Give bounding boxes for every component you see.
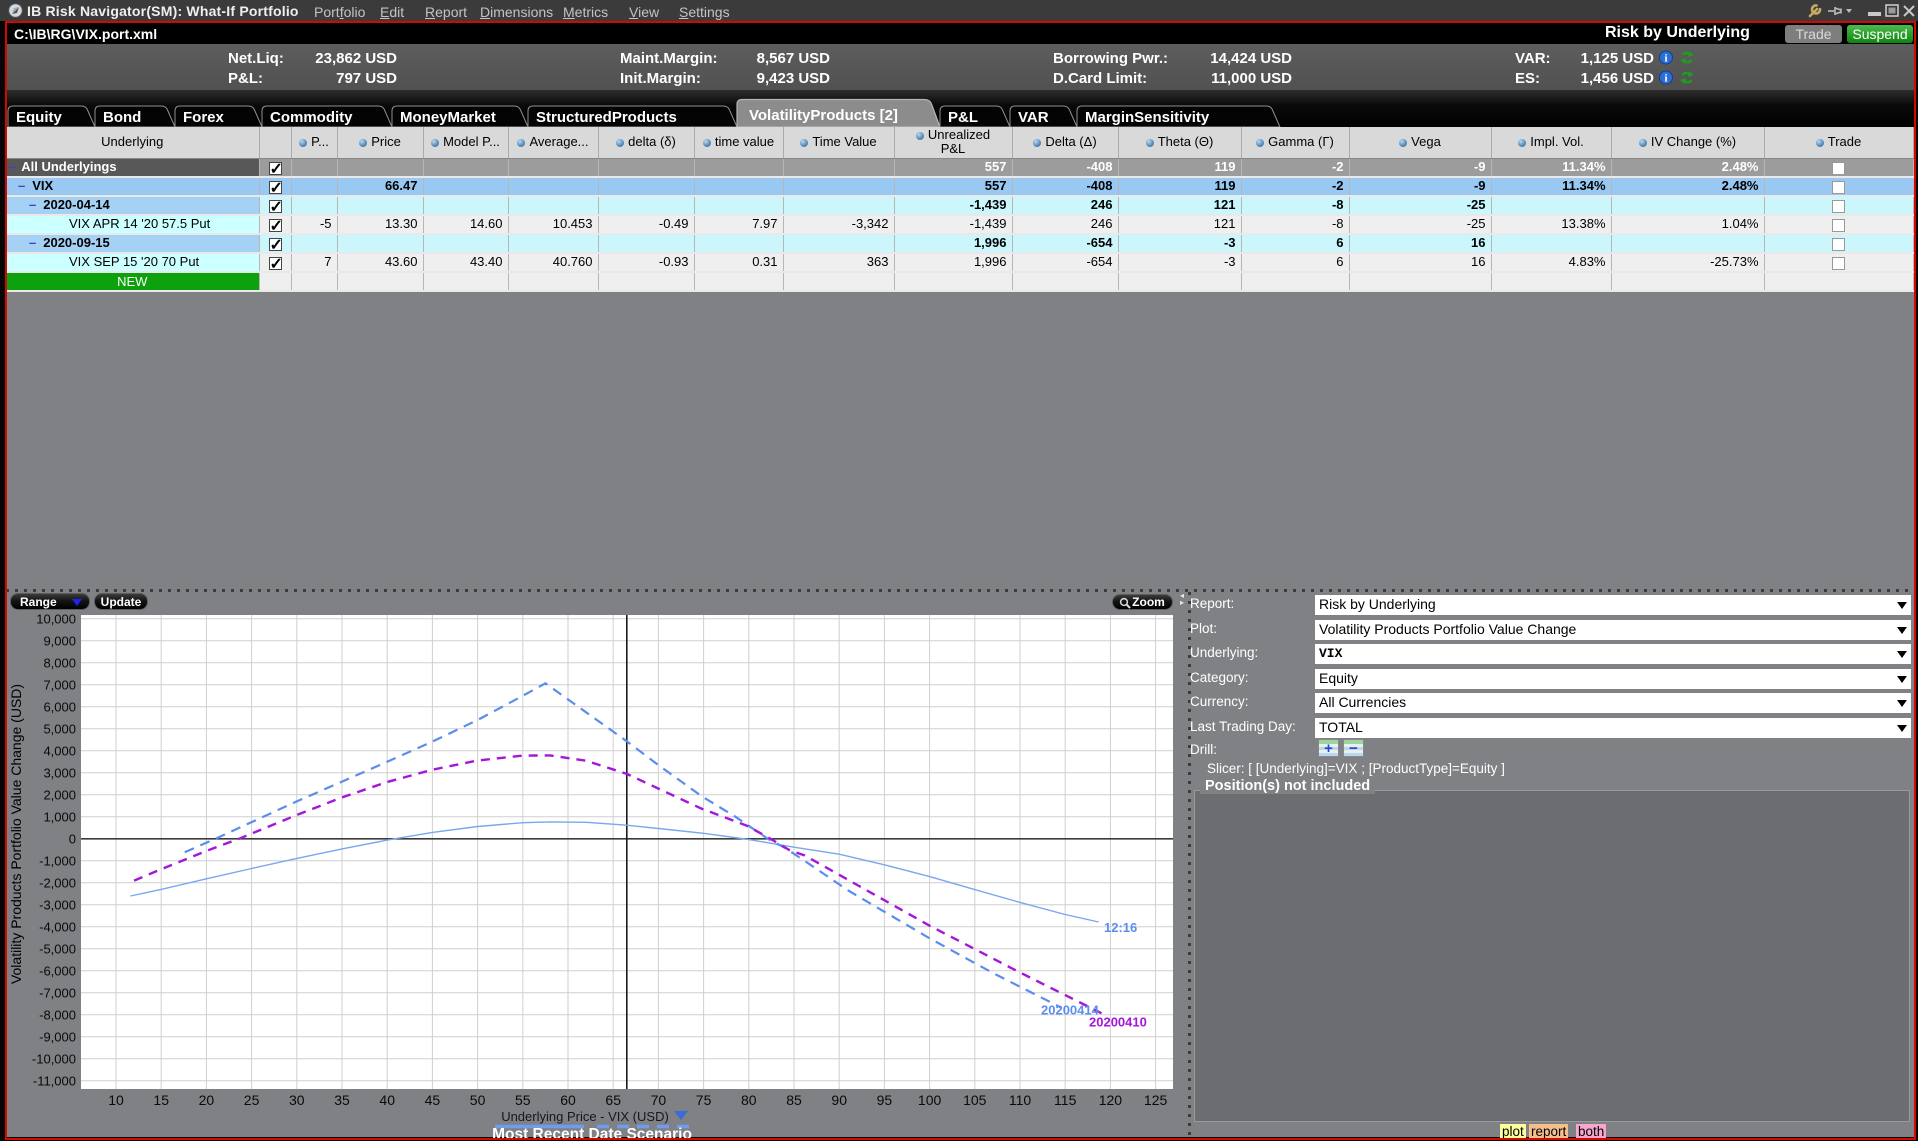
svg-text:20200410: 20200410 bbox=[1089, 1015, 1147, 1030]
svg-text:115: 115 bbox=[1054, 1092, 1077, 1108]
svg-text:80: 80 bbox=[741, 1092, 757, 1108]
svg-text:Most Recent Date Scenario: Most Recent Date Scenario bbox=[492, 1126, 692, 1141]
svg-text:VAR: VAR bbox=[1018, 109, 1049, 126]
svg-text:110: 110 bbox=[1009, 1092, 1032, 1108]
svg-text:i: i bbox=[1664, 53, 1667, 65]
svg-text:MoneyMarket: MoneyMarket bbox=[400, 109, 496, 126]
svg-text:8,000: 8,000 bbox=[43, 655, 76, 670]
svg-text:5,000: 5,000 bbox=[43, 721, 76, 736]
svg-text:-11,000: -11,000 bbox=[33, 1073, 76, 1088]
svg-text:55: 55 bbox=[515, 1092, 531, 1108]
svg-text:125: 125 bbox=[1144, 1092, 1168, 1108]
svg-text:i: i bbox=[1664, 73, 1667, 85]
svg-text:4,000: 4,000 bbox=[43, 743, 76, 758]
svg-text:15: 15 bbox=[153, 1092, 169, 1108]
svg-text:40: 40 bbox=[379, 1092, 395, 1108]
svg-text:10: 10 bbox=[108, 1092, 124, 1108]
svg-text:85: 85 bbox=[786, 1092, 802, 1108]
svg-text:105: 105 bbox=[963, 1092, 987, 1108]
svg-text:12:16: 12:16 bbox=[1104, 920, 1137, 935]
svg-text:+: + bbox=[1324, 740, 1333, 757]
svg-text:35: 35 bbox=[334, 1092, 350, 1108]
svg-text:50: 50 bbox=[470, 1092, 486, 1108]
svg-text:-7,000: -7,000 bbox=[39, 985, 76, 1000]
svg-text:-8,000: -8,000 bbox=[39, 1007, 76, 1022]
svg-text:7,000: 7,000 bbox=[43, 677, 76, 692]
svg-text:25: 25 bbox=[244, 1092, 260, 1108]
svg-text:65: 65 bbox=[605, 1092, 621, 1108]
svg-text:75: 75 bbox=[696, 1092, 712, 1108]
svg-text:9,000: 9,000 bbox=[43, 633, 76, 648]
svg-text:90: 90 bbox=[831, 1092, 847, 1108]
svg-text:Forex: Forex bbox=[183, 109, 225, 126]
svg-text:−: − bbox=[1349, 740, 1358, 757]
svg-text:95: 95 bbox=[877, 1092, 893, 1108]
svg-text:Bond: Bond bbox=[103, 109, 141, 126]
svg-text:100: 100 bbox=[918, 1092, 942, 1108]
svg-text:Volatility Products Portfolio: Volatility Products Portfolio Value Chan… bbox=[8, 684, 24, 984]
svg-text:70: 70 bbox=[651, 1092, 667, 1108]
svg-text:VolatilityProducts [2]: VolatilityProducts [2] bbox=[749, 107, 898, 124]
svg-text:10,000: 10,000 bbox=[36, 611, 76, 626]
svg-text:Commodity: Commodity bbox=[270, 109, 353, 126]
svg-text:Underlying Price - VIX (USD): Underlying Price - VIX (USD) bbox=[501, 1109, 669, 1124]
svg-text:120: 120 bbox=[1099, 1092, 1123, 1108]
svg-text:P&L: P&L bbox=[948, 109, 978, 126]
svg-text:3,000: 3,000 bbox=[43, 765, 76, 780]
svg-text:-2,000: -2,000 bbox=[39, 875, 76, 890]
svg-text:MarginSensitivity: MarginSensitivity bbox=[1085, 109, 1210, 126]
svg-text:StructuredProducts: StructuredProducts bbox=[536, 109, 677, 126]
svg-text:-5,000: -5,000 bbox=[39, 941, 76, 956]
svg-text:1,000: 1,000 bbox=[43, 809, 76, 824]
svg-text:-4,000: -4,000 bbox=[39, 919, 76, 934]
svg-text:-6,000: -6,000 bbox=[39, 963, 76, 978]
svg-text:20: 20 bbox=[199, 1092, 215, 1108]
svg-text:-9,000: -9,000 bbox=[39, 1029, 76, 1044]
svg-text:30: 30 bbox=[289, 1092, 305, 1108]
svg-text:2,000: 2,000 bbox=[43, 787, 76, 802]
svg-text:45: 45 bbox=[425, 1092, 441, 1108]
svg-text:-1,000: -1,000 bbox=[39, 853, 76, 868]
svg-text:60: 60 bbox=[560, 1092, 576, 1108]
svg-text:0: 0 bbox=[69, 831, 76, 846]
svg-text:6,000: 6,000 bbox=[43, 699, 76, 714]
svg-text:-10,000: -10,000 bbox=[32, 1051, 76, 1066]
svg-text:Equity: Equity bbox=[16, 109, 62, 126]
svg-text:-3,000: -3,000 bbox=[39, 897, 76, 912]
